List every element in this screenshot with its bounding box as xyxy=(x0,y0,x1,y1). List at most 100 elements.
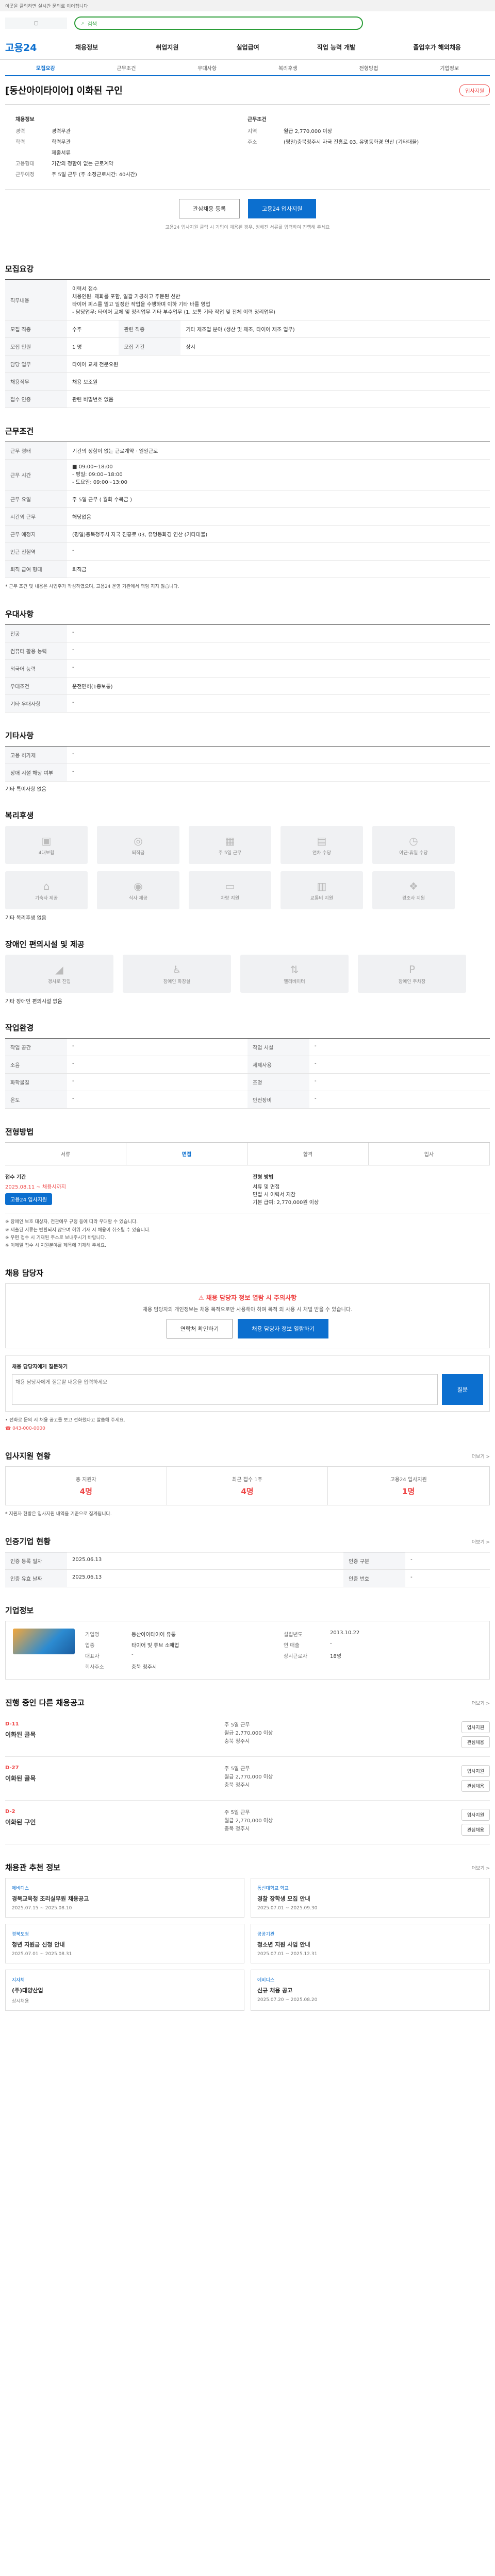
clock-icon: ◷ xyxy=(409,834,418,847)
access-item: P 장애인 주차장 xyxy=(358,955,466,993)
summary-heading: 근무조건 xyxy=(248,117,267,123)
apply-info: 접수 기간 2025.08.11 ~ 채용시까지 고용24 입사지원 전형 방법… xyxy=(5,1165,490,1214)
apply-actions: 관심채용 등록 고용24 입사지원 xyxy=(5,190,490,221)
job-apply-button[interactable]: 입사지원 xyxy=(461,1765,490,1777)
restroom-icon: ♿ xyxy=(172,963,182,976)
recommend-item[interactable]: 에비디스 신규 채용 공고 2025.07.20 ~ 2025.08.20 xyxy=(251,1970,490,2011)
section-recommend-title: 채용관 추천 정보 더보기 > xyxy=(5,1863,490,1873)
benefit-icons: ▣ 4대보험 ◎ 퇴직금 ▦ 주 5일 근무 ▤ 연차 수당 ◷ 야근·휴일 수당 ⌂ 기숙… xyxy=(5,826,490,910)
tab-preferences[interactable]: 우대사항 xyxy=(167,64,248,72)
environment-table: 작업 공간 - 작업 시설 - 소음 - 세제사용 - 화학물질 - 조명 - 온도 - 안전장비 - xyxy=(5,1038,490,1109)
etc-extra: 기타 특이사항 없음 xyxy=(5,787,46,793)
top-notice-bar[interactable]: 이곳을 클릭하면 실시간 문의로 이어집니다 xyxy=(0,0,495,11)
gnb-item[interactable]: 실업급여 xyxy=(237,43,259,52)
contact-check-button[interactable]: 연락처 확인하기 xyxy=(166,1319,233,1339)
apply-small-button[interactable]: 고용24 입사지원 xyxy=(5,1193,53,1206)
applicant-stats: 총 지원자 4명 최근 접수 1주 4명 고용24 입사지원 1명 xyxy=(5,1466,490,1506)
recommend-item[interactable]: 경북도청 청년 지원금 신청 안내 2025.07.01 ~ 2025.08.31 xyxy=(5,1924,244,1964)
question-area: 채용 담당자에게 질문하기 질문 xyxy=(5,1355,490,1412)
more-link[interactable]: 더보기 > xyxy=(472,1453,490,1460)
access-item: ◢ 경사로 진입 xyxy=(5,955,113,993)
gnb-item[interactable]: 졸업후가 해외채용 xyxy=(413,43,461,52)
section-recruit-title: 모집요강 xyxy=(5,264,34,274)
contact-note: • 전화로 문의 시 채용 공고를 보고 전화했다고 말씀해 주세요. ☎ 04… xyxy=(5,1418,125,1431)
tab-conditions[interactable]: 근무조건 xyxy=(86,64,167,72)
enter-button[interactable]: 입사지원 xyxy=(459,84,490,96)
accessibility-extra: 기타 장애인 편의시설 없음 xyxy=(5,999,62,1005)
gnb-item[interactable]: 채용정보 xyxy=(75,43,98,52)
more-link[interactable]: 더보기 > xyxy=(472,1865,490,1871)
recommend-item[interactable]: 지자체 (주)대양산업 상시채용 xyxy=(5,1970,244,2011)
calendar-icon: ▦ xyxy=(225,834,235,847)
gnb-item[interactable]: 취업지원 xyxy=(156,43,178,52)
job-interest-button[interactable]: 관심채용 xyxy=(461,1780,490,1792)
etc-table: 고용 허가제 - 장애 시설 해당 여부 - xyxy=(5,746,490,782)
wallet-icon: ▤ xyxy=(317,834,327,847)
gnb-item[interactable]: 직업 능력 개발 xyxy=(317,43,356,52)
more-link[interactable]: 더보기 > xyxy=(472,1538,490,1545)
step-item: 면접 xyxy=(126,1143,248,1165)
gnb-brand[interactable]: 고용24 xyxy=(5,40,46,54)
job-item[interactable]: D-11 이화된 골목 주 5일 근무 월급 2,770,000 이상 충북 청주… xyxy=(5,1713,490,1757)
job-interest-button[interactable]: 관심채용 xyxy=(461,1824,490,1836)
benefit-item: ⌂ 기숙사 제공 xyxy=(5,871,88,910)
section-cert-title: 인증기업 현황 더보기 > xyxy=(5,1537,490,1547)
tab-selection[interactable]: 전형방법 xyxy=(328,64,409,72)
benefits-extra: 기타 복리후생 없음 xyxy=(5,916,46,922)
stat-item: 총 지원자 4명 xyxy=(6,1467,167,1505)
job-item[interactable]: D-2 이화된 구인 주 5일 근무 월급 2,770,000 이상 충북 청주시… xyxy=(5,1801,490,1845)
recommend-item[interactable]: 공공기관 청소년 지원 사업 안내 2025.07.01 ~ 2025.12.31 xyxy=(251,1924,490,1964)
gift-icon: ❖ xyxy=(409,879,418,892)
more-link[interactable]: 더보기 > xyxy=(472,1700,490,1706)
question-input[interactable] xyxy=(12,1374,438,1405)
job-apply-button[interactable]: 입사지원 xyxy=(461,1721,490,1734)
section-other-jobs-title: 진행 중인 다른 채용공고 더보기 > xyxy=(5,1698,490,1708)
recommend-item[interactable]: 동신대학교 학교 경찰 장학생 모집 안내 2025.07.01 ~ 2025.09… xyxy=(251,1878,490,1918)
global-nav: 고용24 채용정보 취업지원 실업급여 직업 능력 개발 졸업후가 해외채용 xyxy=(0,35,495,60)
company-info: 기업명 동산아이타이어 유통 설립년도 2013.10.22 업종 타이어 및 튜브 … xyxy=(5,1621,490,1680)
recommend-list: 에비디스 경북교육청 조리실무원 채용공고 2025.07.15 ~ 2025.08… xyxy=(5,1878,490,2011)
parking-icon: P xyxy=(408,963,416,976)
stat-item: 고용24 입사지원 1명 xyxy=(328,1467,490,1505)
warning-icon: ⚠ xyxy=(198,1294,206,1302)
job-header: [동산아이타이어] 이화된 구인 입사지원 xyxy=(5,76,490,105)
tab-company[interactable]: 기업정보 xyxy=(409,64,490,72)
search-input[interactable]: ⌕ 검색 xyxy=(74,16,363,30)
apply-button[interactable]: 고용24 입사지원 xyxy=(248,199,317,218)
cert-table: 인증 등록 일자 2025.06.13 인증 구분 - 인증 유효 날짜 2025.06… xyxy=(5,1552,490,1588)
section-applicants-title: 입사지원 현황 더보기 > xyxy=(5,1451,490,1461)
job-item[interactable]: D-27 이화된 골목 주 5일 근무 월급 2,770,000 이상 충북 청주… xyxy=(5,1757,490,1801)
benefit-item: ▤ 연차 수당 xyxy=(280,826,363,865)
section-accessibility-title: 장애인 편의시설 및 제공 xyxy=(5,940,85,950)
tab-recruit[interactable]: 모집요강 xyxy=(5,64,86,72)
shield-icon: ▣ xyxy=(41,834,52,847)
benefit-item: ❖ 경조사 지원 xyxy=(372,871,455,910)
recommend-item[interactable]: 에비디스 경북교육청 조리실무원 채용공고 2025.07.15 ~ 2025.08… xyxy=(5,1878,244,1918)
access-item: ⇅ 엘리베이터 xyxy=(240,955,349,993)
section-benefits-title: 복리후생 xyxy=(5,811,34,821)
question-submit-button[interactable]: 질문 xyxy=(442,1374,483,1405)
top-notice-text: 이곳을 클릭하면 실시간 문의로 이어집니다 xyxy=(5,4,88,9)
contact-warning: ⚠ 채용 담당자 정보 열람 시 주의사항 채용 담당자의 개인정보는 채용 목… xyxy=(5,1283,490,1349)
summary-heading: 채용정보 xyxy=(15,117,35,123)
search-icon: ⌕ xyxy=(81,20,85,26)
section-etc-title: 기타사항 xyxy=(5,731,34,741)
tab-benefits[interactable]: 복리후생 xyxy=(248,64,328,72)
benefit-item: ◷ 야근·휴일 수당 xyxy=(372,826,455,865)
meal-icon: ◉ xyxy=(134,879,143,892)
contact-view-button[interactable]: 채용 담당자 정보 열람하기 xyxy=(238,1319,329,1339)
job-title: [동산아이타이어] 이화된 구인 xyxy=(5,86,123,96)
step-item: 합격 xyxy=(248,1143,369,1165)
job-interest-button[interactable]: 관심채용 xyxy=(461,1736,490,1749)
job-apply-button[interactable]: 입사지원 xyxy=(461,1809,490,1821)
site-logo[interactable]: ▢ xyxy=(5,18,67,29)
stat-item: 최근 접수 1주 4명 xyxy=(167,1467,328,1505)
step-item: 입사 xyxy=(369,1143,490,1165)
apply-note: 고용24 입사지원 클릭 시 기업이 채용된 경우, 정해진 서류를 입력하여 … xyxy=(165,225,330,230)
recruit-table: 직무내용 이력서 접수 채용인원: 제화를 포함, 일괄 가공하고 주문된 선반 … xyxy=(5,279,490,408)
section-environment-title: 작업환경 xyxy=(5,1023,34,1033)
interest-button[interactable]: 관심채용 등록 xyxy=(178,199,240,218)
section-conditions-title: 근무조건 xyxy=(5,427,34,436)
car-icon: ▭ xyxy=(225,879,235,892)
accessibility-icons: ◢ 경사로 진입 ♿ 장애인 화장실 ⇅ 엘리베이터 P 장애인 주차장 xyxy=(5,955,490,993)
